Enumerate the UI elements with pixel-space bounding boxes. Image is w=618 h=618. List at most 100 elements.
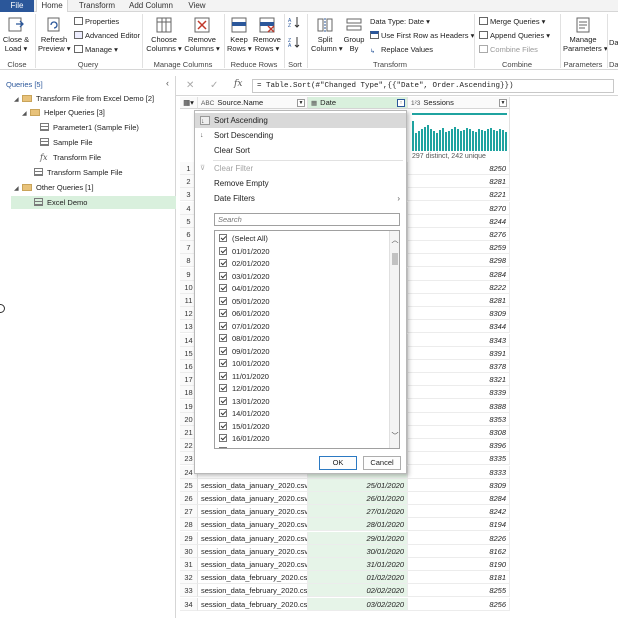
date-value-checkbox[interactable]: 15/01/2020 bbox=[219, 421, 270, 434]
cell-sessions[interactable]: 8388 bbox=[408, 399, 510, 413]
cell-source-name[interactable]: session_data_january_2020.csv bbox=[198, 478, 308, 492]
column-filter-button[interactable]: ▼ bbox=[499, 99, 507, 107]
cell-date[interactable]: 27/01/2020 bbox=[308, 505, 408, 519]
cell-sessions[interactable]: 8298 bbox=[408, 254, 510, 268]
expand-triangle-icon[interactable]: ◢ bbox=[22, 108, 30, 121]
cell-sessions[interactable]: 8353 bbox=[408, 412, 510, 426]
scroll-down-icon[interactable]: ﹀ bbox=[391, 431, 399, 441]
formula-input[interactable]: = Table.Sort(#"Changed Type",{{"Date", O… bbox=[252, 79, 614, 93]
date-type-icon[interactable]: ▦ bbox=[311, 100, 317, 107]
cell-sessions[interactable]: 8221 bbox=[408, 188, 510, 202]
sort-ascending-menu-item[interactable]: ↓ Sort Ascending bbox=[195, 113, 406, 128]
cell-sessions[interactable]: 8244 bbox=[408, 214, 510, 228]
cell-sessions[interactable]: 8321 bbox=[408, 373, 510, 387]
date-value-checkbox[interactable]: 16/01/2020 bbox=[219, 433, 270, 446]
cell-date[interactable]: 29/01/2020 bbox=[308, 531, 408, 545]
query-item[interactable]: fx Transform File bbox=[0, 151, 101, 164]
cell-source-name[interactable]: session_data_january_2020.csv bbox=[198, 531, 308, 545]
date-value-checkbox[interactable]: 01/01/2020 bbox=[219, 246, 270, 259]
cell-date[interactable]: 26/01/2020 bbox=[308, 492, 408, 505]
properties-button[interactable]: Properties bbox=[74, 17, 119, 27]
date-value-checkbox[interactable]: 11/01/2020 bbox=[219, 371, 269, 384]
cell-sessions[interactable]: 8284 bbox=[408, 267, 510, 281]
date-value-checkbox[interactable]: 14/01/2020 bbox=[219, 408, 270, 421]
cell-sessions[interactable]: 8396 bbox=[408, 439, 510, 453]
remove-columns-button[interactable]: Remove Columns ▾ bbox=[184, 16, 220, 53]
manage-button[interactable]: Manage ▾ bbox=[74, 45, 118, 55]
checkbox-checked-icon[interactable] bbox=[219, 409, 227, 417]
close-load-button[interactable]: Close & Load ▾ bbox=[2, 16, 30, 53]
cell-sessions[interactable]: 8255 bbox=[408, 584, 510, 598]
date-value-checkbox[interactable]: 05/01/2020 bbox=[219, 296, 270, 309]
cell-sessions[interactable]: 8250 bbox=[408, 162, 510, 175]
cell-sessions[interactable]: 8378 bbox=[408, 360, 510, 373]
cell-sessions[interactable]: 8226 bbox=[408, 531, 510, 545]
cell-sessions[interactable]: 8281 bbox=[408, 175, 510, 189]
checkbox-checked-icon[interactable] bbox=[219, 396, 227, 405]
advanced-editor-button[interactable]: Advanced Editor bbox=[74, 31, 140, 41]
split-column-button[interactable]: Split Column ▾ bbox=[311, 16, 343, 53]
cell-sessions[interactable]: 8344 bbox=[408, 320, 510, 334]
cell-date[interactable]: 28/01/2020 bbox=[308, 518, 408, 532]
date-value-checkbox[interactable]: 03/01/2020 bbox=[219, 271, 270, 284]
cell-source-name[interactable]: session_data_january_2020.csv bbox=[198, 558, 308, 571]
cell-sessions[interactable]: 8259 bbox=[408, 241, 510, 255]
cell-sessions[interactable]: 8339 bbox=[408, 386, 510, 400]
cell-date[interactable]: 30/01/2020 bbox=[308, 544, 408, 558]
date-filters-menu-item[interactable]: Date Filters › bbox=[195, 191, 406, 206]
group-by-button[interactable]: Group By bbox=[341, 16, 367, 53]
tab-file[interactable]: File bbox=[0, 0, 34, 12]
query-item[interactable]: ◢ Transform File from Excel Demo [2] bbox=[0, 92, 154, 105]
cell-source-name[interactable]: session_data_january_2020.csv bbox=[198, 518, 308, 532]
cell-date[interactable]: 25/01/2020 bbox=[308, 478, 408, 492]
checkbox-checked-icon[interactable] bbox=[219, 359, 227, 367]
cell-source-name[interactable]: session_data_january_2020.csv bbox=[198, 544, 308, 558]
remove-empty-menu-item[interactable]: Remove Empty bbox=[195, 176, 406, 191]
column-filter-button-active[interactable]: ↑ bbox=[397, 99, 405, 107]
select-all-checkbox[interactable]: (Select All) bbox=[219, 233, 268, 246]
cell-sessions[interactable]: 8256 bbox=[408, 597, 510, 611]
cell-date[interactable]: 03/02/2020 bbox=[308, 597, 408, 611]
search-input[interactable]: Search bbox=[214, 213, 400, 226]
column-header-sessions[interactable]: 1²3 Sessions ▼ bbox=[408, 97, 510, 109]
date-value-checkbox[interactable]: 07/01/2020 bbox=[219, 321, 270, 334]
cell-date[interactable]: 31/01/2020 bbox=[308, 558, 408, 571]
cell-sessions[interactable]: 8281 bbox=[408, 294, 510, 307]
date-value-checkbox[interactable]: 02/01/2020 bbox=[219, 258, 270, 271]
date-value-checkbox[interactable]: 12/01/2020 bbox=[219, 383, 270, 396]
cell-sessions[interactable]: 8309 bbox=[408, 478, 510, 492]
expand-triangle-icon[interactable]: ◢ bbox=[14, 183, 22, 196]
cell-sessions[interactable]: 8242 bbox=[408, 505, 510, 519]
cell-source-name[interactable]: session_data_february_2020.csv bbox=[198, 597, 308, 611]
cell-sessions[interactable]: 8309 bbox=[408, 307, 510, 321]
cell-sessions[interactable]: 8194 bbox=[408, 518, 510, 532]
date-value-checkbox[interactable]: 09/01/2020 bbox=[219, 346, 270, 359]
tab-add-column[interactable]: Add Column bbox=[126, 0, 176, 12]
cell-source-name[interactable]: session_data_february_2020.csv bbox=[198, 584, 308, 598]
column-header-date[interactable]: ▦ Date ↑ bbox=[308, 97, 408, 109]
checkbox-checked-icon[interactable] bbox=[219, 346, 227, 355]
query-item[interactable]: Sample File bbox=[0, 136, 93, 149]
cell-date[interactable]: 02/02/2020 bbox=[308, 584, 408, 598]
cell-sessions[interactable]: 8222 bbox=[408, 280, 510, 294]
text-type-icon[interactable]: ABC bbox=[201, 100, 214, 107]
cancel-formula-icon[interactable]: ✕ bbox=[186, 80, 194, 91]
commit-formula-icon[interactable]: ✓ bbox=[210, 80, 218, 91]
checkbox-checked-icon[interactable] bbox=[219, 296, 227, 305]
cell-source-name[interactable]: session_data_february_2020.csv bbox=[198, 571, 308, 585]
checkbox-checked-icon[interactable] bbox=[219, 321, 227, 330]
cell-sessions[interactable]: 8190 bbox=[408, 558, 510, 571]
ok-button[interactable]: OK bbox=[319, 456, 357, 470]
query-item[interactable]: Excel Demo bbox=[11, 196, 176, 209]
cell-date[interactable]: 01/02/2020 bbox=[308, 571, 408, 585]
keep-rows-button[interactable]: Keep Rows ▾ bbox=[227, 16, 252, 53]
checkbox-checked-icon[interactable] bbox=[219, 234, 227, 242]
checkbox-checked-icon[interactable] bbox=[219, 446, 227, 448]
scroll-up-icon[interactable]: ︿ bbox=[391, 235, 399, 245]
sort-descending-button[interactable]: ZA bbox=[288, 36, 300, 50]
cell-sessions[interactable]: 8284 bbox=[408, 492, 510, 505]
cancel-button[interactable]: Cancel bbox=[363, 456, 401, 470]
choose-columns-button[interactable]: Choose Columns ▾ bbox=[146, 16, 182, 53]
checkbox-checked-icon[interactable] bbox=[219, 434, 227, 442]
date-value-checkbox[interactable]: 08/01/2020 bbox=[219, 333, 270, 346]
